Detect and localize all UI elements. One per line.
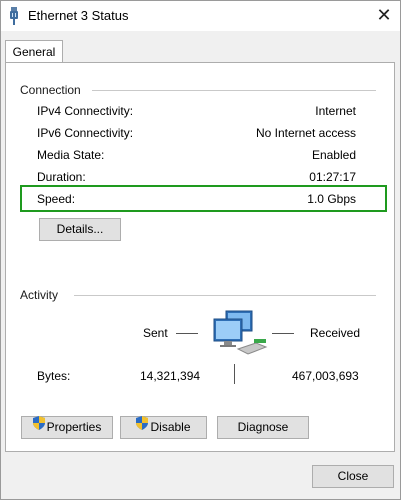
bytes-label: Bytes: bbox=[37, 369, 71, 383]
close-icon[interactable]: ✕ bbox=[371, 4, 397, 28]
media-state-value: Enabled bbox=[311, 148, 356, 162]
bytes-divider bbox=[234, 364, 235, 384]
close-button[interactable]: Close bbox=[312, 465, 394, 488]
ipv4-connectivity-value: Internet bbox=[315, 104, 356, 118]
connection-group-label: Connection bbox=[20, 83, 85, 97]
window-title: Ethernet 3 Status bbox=[28, 8, 129, 23]
received-connector-line bbox=[272, 333, 294, 334]
received-label: Received bbox=[310, 326, 361, 340]
received-bytes-value: 467,003,693 bbox=[292, 369, 359, 383]
network-computers-icon bbox=[212, 309, 268, 359]
title-bar: Ethernet 3 Status ✕ bbox=[1, 1, 400, 31]
disable-button-label: Disable bbox=[150, 420, 191, 434]
tab-general[interactable]: General bbox=[5, 40, 63, 64]
speed-highlight-box bbox=[20, 185, 387, 212]
ethernet-status-window: Ethernet 3 Status ✕ General Connection I… bbox=[0, 0, 401, 500]
connection-group-divider bbox=[92, 90, 376, 91]
ethernet-adapter-icon bbox=[9, 7, 19, 25]
sent-label: Sent bbox=[143, 326, 168, 340]
ipv4-connectivity-label: IPv4 Connectivity: bbox=[37, 104, 134, 118]
uac-shield-icon bbox=[32, 415, 45, 437]
activity-group-divider bbox=[74, 295, 376, 296]
sent-connector-line bbox=[176, 333, 198, 334]
properties-button-label: Properties bbox=[46, 420, 102, 434]
activity-group-label: Activity bbox=[20, 288, 63, 302]
diagnose-button[interactable]: Diagnose bbox=[217, 416, 309, 439]
duration-label: Duration: bbox=[37, 170, 86, 184]
media-state-label: Media State: bbox=[37, 148, 105, 162]
ipv6-connectivity-value: No Internet access bbox=[255, 126, 356, 140]
details-button[interactable]: Details... bbox=[39, 218, 121, 241]
dialog-footer: Close bbox=[1, 452, 400, 499]
ipv6-connectivity-label: IPv6 Connectivity: bbox=[37, 126, 134, 140]
uac-shield-icon bbox=[136, 415, 149, 437]
tab-strip: General bbox=[1, 31, 400, 64]
disable-button[interactable]: Disable bbox=[120, 415, 207, 439]
properties-button[interactable]: Properties bbox=[21, 415, 113, 439]
sent-bytes-value: 14,321,394 bbox=[140, 369, 201, 383]
duration-value: 01:27:17 bbox=[309, 170, 356, 184]
general-panel: Connection IPv4 Connectivity: Internet I… bbox=[5, 62, 395, 452]
